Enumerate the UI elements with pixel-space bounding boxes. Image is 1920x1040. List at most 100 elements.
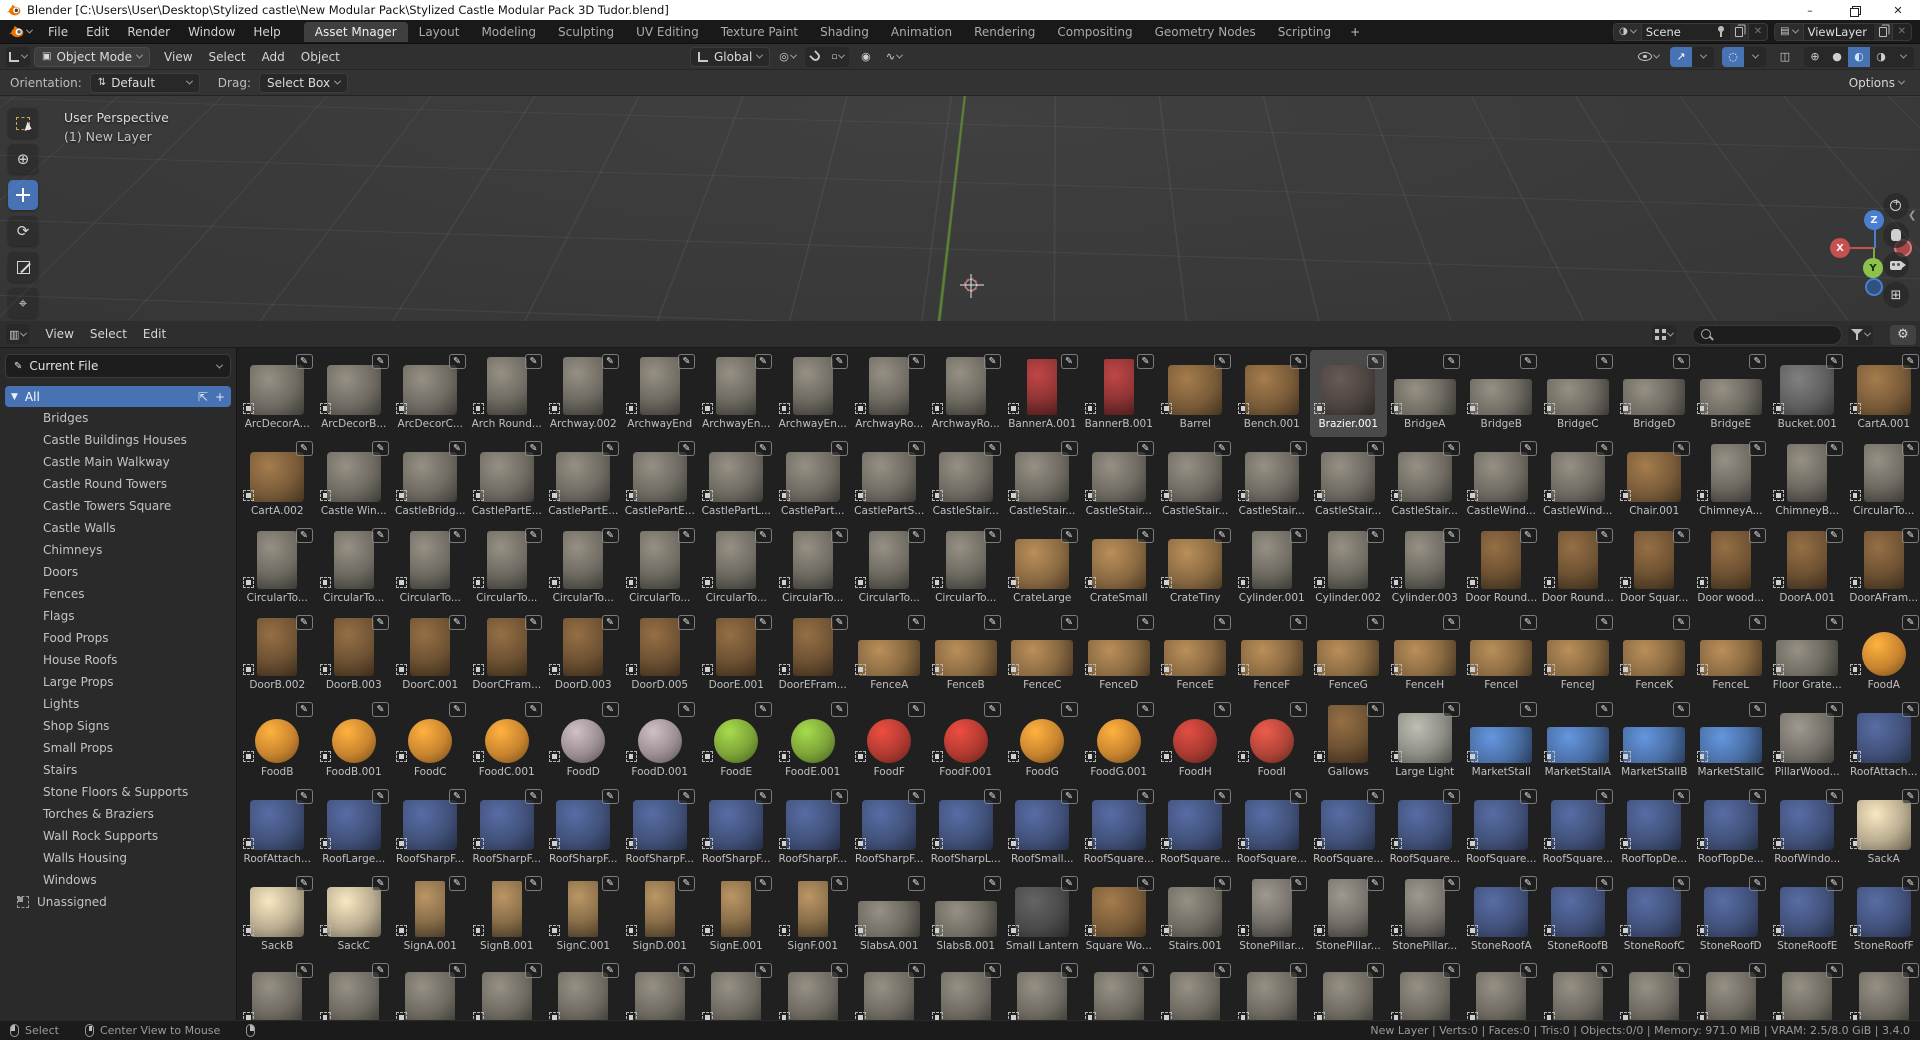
edit-asset-badge-icon[interactable]: ✎ — [1902, 876, 1919, 891]
edit-asset-badge-icon[interactable]: ✎ — [525, 354, 542, 369]
asset-item[interactable]: ✎BridgeD — [1616, 350, 1693, 437]
asset-item[interactable]: ✎FenceJ — [1540, 611, 1617, 698]
edit-asset-badge-icon[interactable]: ✎ — [1214, 441, 1231, 456]
asset-item[interactable]: ✎MarketStallC — [1693, 698, 1770, 785]
asset-item[interactable]: ✎Cylinder.002 — [1310, 524, 1387, 611]
asset-item[interactable]: ✎CircularTo... — [851, 524, 928, 611]
gizmo-dropdown[interactable] — [1692, 47, 1714, 67]
edit-asset-badge-icon[interactable]: ✎ — [525, 615, 542, 630]
edit-asset-badge-icon[interactable]: ✎ — [525, 963, 542, 978]
menu-edit[interactable]: Edit — [77, 23, 118, 41]
asset-item[interactable]: ✎CrateTiny — [1157, 524, 1234, 611]
asset-item[interactable]: ✎Door Squar... — [1616, 524, 1693, 611]
edit-asset-badge-icon[interactable]: ✎ — [296, 441, 313, 456]
edit-asset-badge-icon[interactable]: ✎ — [525, 441, 542, 456]
asset-item-partial[interactable]: ✎ — [1463, 959, 1540, 1020]
asset-item[interactable]: ✎CircularTo... — [775, 524, 852, 611]
asset-item[interactable]: ✎FoodH — [1157, 698, 1234, 785]
edit-asset-badge-icon[interactable]: ✎ — [755, 354, 772, 369]
catalog-item-castle-main-walkway[interactable]: Castle Main Walkway — [5, 451, 231, 473]
asset-item[interactable]: ✎CircularTo... — [239, 524, 316, 611]
asset-source-dropdown[interactable]: ✎ Current File — [5, 354, 231, 378]
tab-modeling[interactable]: Modeling — [470, 22, 547, 42]
expand-triangle-icon[interactable]: ▼ — [11, 392, 18, 402]
asset-item[interactable]: ✎Cylinder.003 — [1387, 524, 1464, 611]
asset-item[interactable]: ✎CastleWind... — [1463, 437, 1540, 524]
edit-asset-badge-icon[interactable]: ✎ — [678, 354, 695, 369]
asset-menu-select[interactable]: Select — [82, 325, 135, 343]
asset-item[interactable]: ✎DoorB.002 — [239, 611, 316, 698]
edit-asset-badge-icon[interactable]: ✎ — [1367, 441, 1384, 456]
edit-asset-badge-icon[interactable]: ✎ — [602, 354, 619, 369]
gizmo-x-axis[interactable]: X — [1830, 238, 1850, 258]
editor-type-button[interactable] — [6, 47, 30, 67]
asset-item[interactable]: ✎FoodE.001 — [775, 698, 852, 785]
edit-asset-badge-icon[interactable]: ✎ — [984, 963, 1001, 978]
asset-item[interactable]: ✎Door wood... — [1693, 524, 1770, 611]
edit-asset-badge-icon[interactable]: ✎ — [908, 789, 925, 804]
asset-item[interactable]: ✎ChimneyA... — [1693, 437, 1770, 524]
asset-item[interactable]: ✎CartA.001 — [1846, 350, 1920, 437]
asset-item[interactable]: ✎BannerB.001 — [1081, 350, 1158, 437]
catalog-item-walls-housing[interactable]: Walls Housing — [5, 847, 231, 869]
restore-button[interactable] — [1832, 0, 1876, 20]
asset-item[interactable]: ✎FenceK — [1616, 611, 1693, 698]
edit-asset-badge-icon[interactable]: ✎ — [1137, 354, 1154, 369]
edit-asset-badge-icon[interactable]: ✎ — [1214, 354, 1231, 369]
asset-item[interactable]: ✎BridgeE — [1693, 350, 1770, 437]
edit-asset-badge-icon[interactable]: ✎ — [525, 702, 542, 717]
asset-item[interactable]: ✎RoofSquare... — [1463, 785, 1540, 872]
asset-item-partial[interactable]: ✎ — [928, 959, 1005, 1020]
edit-asset-badge-icon[interactable]: ✎ — [372, 876, 389, 891]
asset-item-partial[interactable]: ✎ — [1081, 959, 1158, 1020]
asset-item[interactable]: ✎Arch Round... — [469, 350, 546, 437]
asset-browser-editor-button[interactable]: ▥ — [6, 324, 29, 344]
drag-mode-dropdown[interactable]: Select Box — [259, 73, 348, 93]
asset-item[interactable]: ✎ArchwayEnd — [622, 350, 699, 437]
edit-asset-badge-icon[interactable]: ✎ — [1367, 615, 1384, 630]
tab-sculpting[interactable]: Sculpting — [547, 22, 625, 42]
edit-asset-badge-icon[interactable]: ✎ — [1902, 615, 1919, 630]
asset-item[interactable]: ✎FenceL — [1693, 611, 1770, 698]
edit-asset-badge-icon[interactable]: ✎ — [1902, 963, 1919, 978]
scene-selector[interactable]: ◑ Scene ✕ — [1613, 23, 1768, 41]
asset-item[interactable]: ✎MarketStall — [1463, 698, 1540, 785]
edit-asset-badge-icon[interactable]: ✎ — [908, 963, 925, 978]
viewport-menu-select[interactable]: Select — [201, 48, 254, 66]
edit-asset-badge-icon[interactable]: ✎ — [1596, 354, 1613, 369]
asset-item[interactable]: ✎MarketStallB — [1616, 698, 1693, 785]
edit-asset-badge-icon[interactable]: ✎ — [449, 615, 466, 630]
edit-asset-badge-icon[interactable]: ✎ — [602, 876, 619, 891]
asset-item[interactable]: ✎CircularTo... — [316, 524, 393, 611]
catalog-item-castle-round-towers[interactable]: Castle Round Towers — [5, 473, 231, 495]
tab-compositing[interactable]: Compositing — [1046, 22, 1143, 42]
edit-asset-badge-icon[interactable]: ✎ — [908, 876, 925, 891]
asset-item-partial[interactable]: ✎ — [1540, 959, 1617, 1020]
asset-item[interactable]: ✎CastleStair... — [1157, 437, 1234, 524]
edit-asset-badge-icon[interactable]: ✎ — [831, 528, 848, 543]
asset-item[interactable]: ✎RoofSquare... — [1310, 785, 1387, 872]
asset-item[interactable]: ✎FenceI — [1463, 611, 1540, 698]
asset-item[interactable]: ✎RoofWindo... — [1769, 785, 1846, 872]
edit-asset-badge-icon[interactable]: ✎ — [1520, 615, 1537, 630]
edit-asset-badge-icon[interactable]: ✎ — [1290, 441, 1307, 456]
edit-asset-badge-icon[interactable]: ✎ — [1214, 702, 1231, 717]
shading-dropdown[interactable] — [1892, 47, 1914, 67]
asset-item[interactable]: ✎RoofSharpF... — [545, 785, 622, 872]
edit-asset-badge-icon[interactable]: ✎ — [1443, 876, 1460, 891]
edit-asset-badge-icon[interactable]: ✎ — [1520, 528, 1537, 543]
asset-item[interactable]: ✎FenceG — [1310, 611, 1387, 698]
asset-item[interactable]: ✎CastleStair... — [1310, 437, 1387, 524]
asset-item[interactable]: ✎CircularTo... — [469, 524, 546, 611]
edit-asset-badge-icon[interactable]: ✎ — [678, 789, 695, 804]
edit-asset-badge-icon[interactable]: ✎ — [1520, 354, 1537, 369]
asset-item[interactable]: ✎ArchwayEn... — [775, 350, 852, 437]
catalog-item-bridges[interactable]: Bridges — [5, 407, 231, 429]
asset-item[interactable]: ✎RoofSquare... — [1387, 785, 1464, 872]
edit-asset-badge-icon[interactable]: ✎ — [1749, 615, 1766, 630]
edit-asset-badge-icon[interactable]: ✎ — [984, 528, 1001, 543]
asset-item[interactable]: ✎FoodD — [545, 698, 622, 785]
edit-asset-badge-icon[interactable]: ✎ — [1367, 789, 1384, 804]
catalog-item-stairs[interactable]: Stairs — [5, 759, 231, 781]
edit-asset-badge-icon[interactable]: ✎ — [755, 963, 772, 978]
